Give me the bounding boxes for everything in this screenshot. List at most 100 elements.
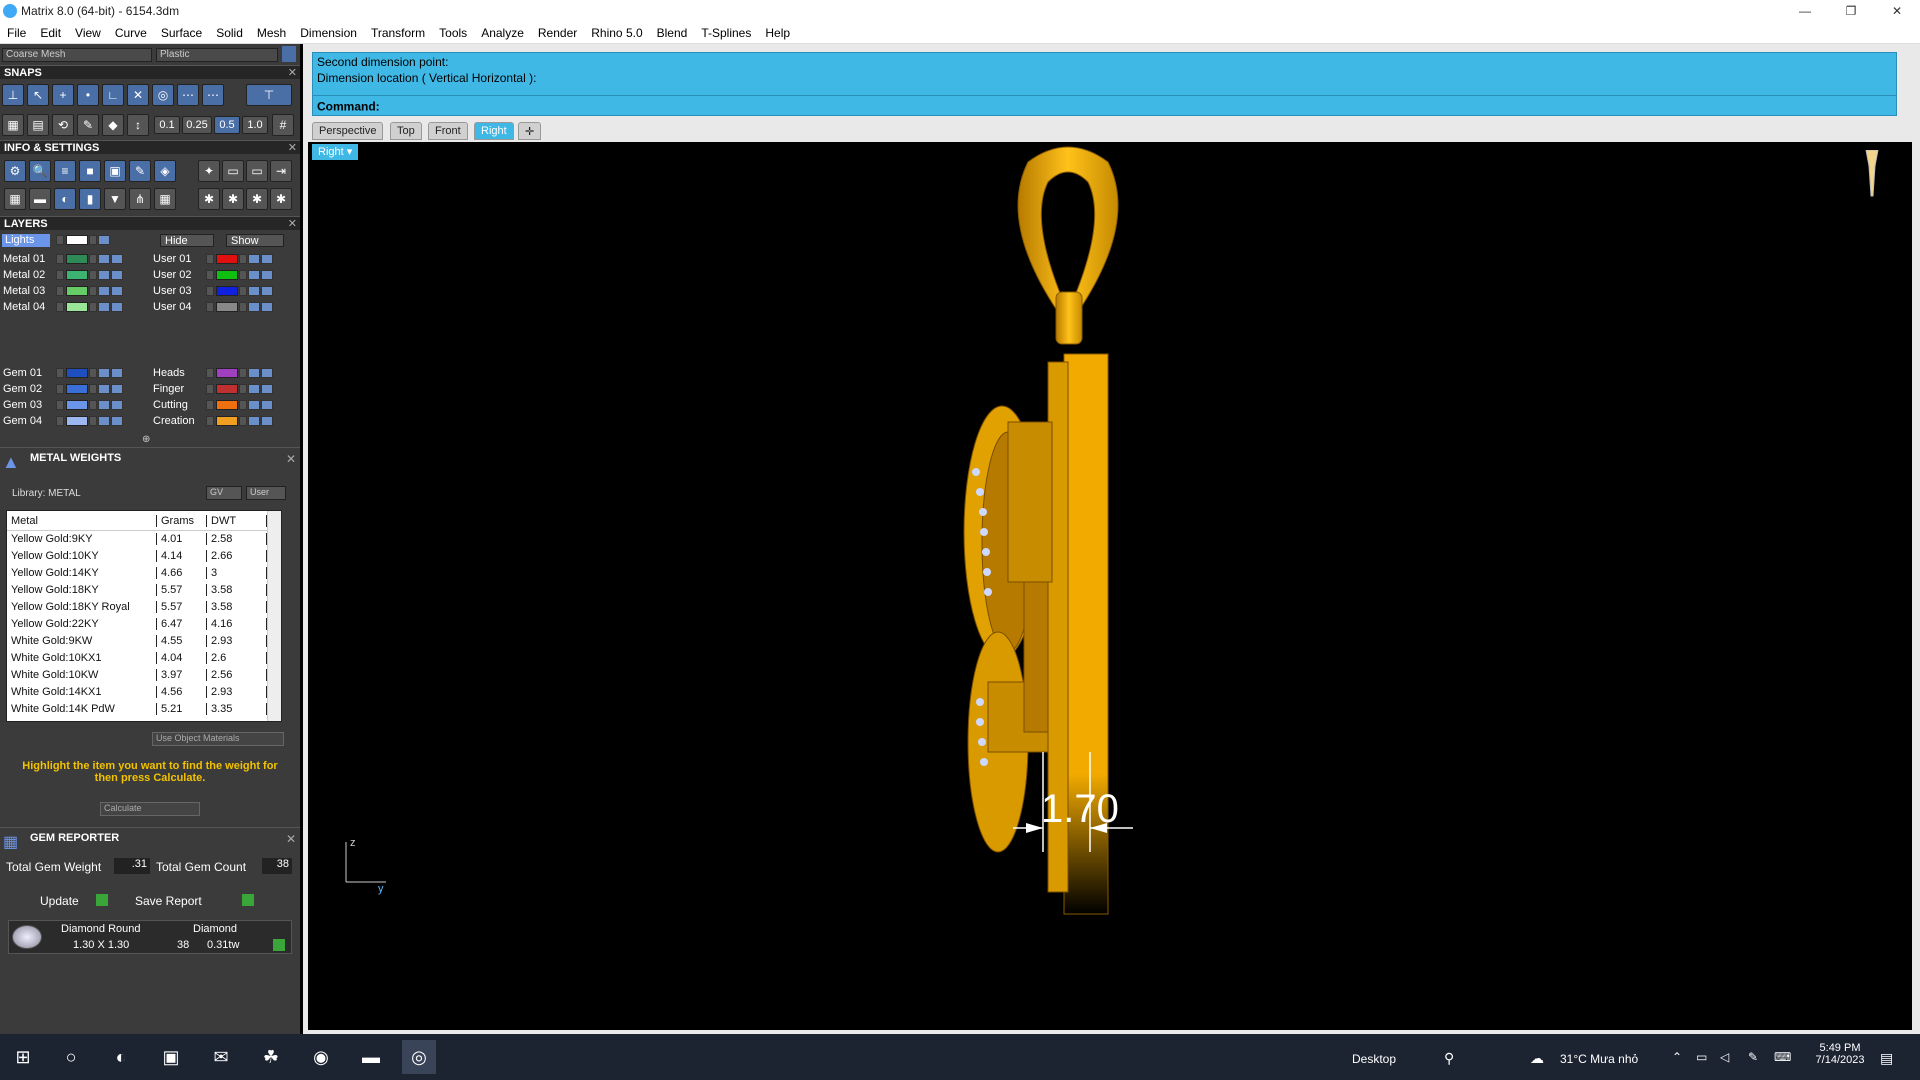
planar-icon[interactable]: ▤ bbox=[27, 114, 49, 136]
update-go-icon[interactable] bbox=[96, 894, 108, 906]
viewport-right[interactable]: Right ▾ 1.70 z y bbox=[308, 142, 1912, 1030]
table-icon[interactable]: ▦ bbox=[154, 188, 176, 210]
mesh-dropdown[interactable]: Coarse Mesh bbox=[2, 48, 152, 62]
edit-icon[interactable]: ✎ bbox=[129, 160, 151, 182]
close-icon[interactable]: ✕ bbox=[288, 141, 297, 155]
snap-perp-icon[interactable]: ◎ bbox=[152, 84, 174, 106]
close-icon[interactable]: ✕ bbox=[286, 452, 296, 466]
minimize-button[interactable]: — bbox=[1782, 0, 1828, 22]
app-green-icon[interactable]: ◉ bbox=[304, 1040, 338, 1074]
tool-b-icon[interactable]: ✱ bbox=[222, 188, 244, 210]
tab-right[interactable]: Right bbox=[474, 122, 514, 140]
menu-analyze[interactable]: Analyze bbox=[474, 26, 531, 40]
menu-surface[interactable]: Surface bbox=[154, 26, 209, 40]
material-dropdown[interactable]: Plastic bbox=[156, 48, 278, 62]
tab-front[interactable]: Front bbox=[428, 122, 468, 140]
layer-row[interactable]: User 03 bbox=[153, 284, 273, 297]
close-icon[interactable]: ✕ bbox=[288, 217, 297, 231]
layer-row[interactable]: User 01 bbox=[153, 252, 273, 265]
people-icon[interactable]: ⚲ bbox=[1444, 1050, 1454, 1067]
layer-row[interactable]: Metal 03 bbox=[3, 284, 123, 297]
snap-mid-icon[interactable]: • bbox=[77, 84, 99, 106]
menu-file[interactable]: File bbox=[0, 26, 33, 40]
gv-toggle[interactable]: GV bbox=[206, 486, 242, 500]
rotate-icon[interactable]: ⟲ bbox=[52, 114, 74, 136]
table-row[interactable]: Yellow Gold:18KY Royal 5.57 3.58 bbox=[7, 599, 281, 616]
layer-row[interactable]: Gem 04 bbox=[3, 414, 123, 427]
command-input[interactable] bbox=[387, 99, 1588, 113]
close-icon[interactable]: ✕ bbox=[288, 66, 297, 80]
tool-a-icon[interactable]: ✱ bbox=[198, 188, 220, 210]
tray-chevron-icon[interactable]: ⌃ bbox=[1672, 1050, 1682, 1064]
snap-ortho-icon[interactable]: ⊤ bbox=[246, 84, 292, 106]
box-icon[interactable]: ■ bbox=[79, 160, 101, 182]
snap-end-icon[interactable]: ⊥ bbox=[2, 84, 24, 106]
pen-icon[interactable]: ✎ bbox=[1748, 1050, 1758, 1064]
layer-row[interactable]: Metal 01 bbox=[3, 252, 123, 265]
snap-value-025[interactable]: 0.25 bbox=[182, 116, 212, 134]
table-row[interactable]: White Gold:10KW 3.97 2.56 bbox=[7, 667, 281, 684]
render-icon[interactable]: ✦ bbox=[198, 160, 220, 182]
layer-row[interactable]: User 04 bbox=[153, 300, 273, 313]
tree-icon[interactable]: ⋔ bbox=[129, 188, 151, 210]
pendant-model[interactable]: 1.70 z y bbox=[308, 142, 1912, 1030]
folder-icon[interactable]: ▬ bbox=[354, 1040, 388, 1074]
windows-start-icon[interactable]: ⊞ bbox=[6, 1040, 40, 1074]
filter-icon[interactable]: ▼ bbox=[104, 188, 126, 210]
doc-icon[interactable]: ▮ bbox=[79, 188, 101, 210]
menu-tsplines[interactable]: T-Splines bbox=[694, 26, 758, 40]
tab-perspective[interactable]: Perspective bbox=[312, 122, 384, 140]
weather-text[interactable]: 31°C Mưa nhỏ bbox=[1560, 1052, 1638, 1066]
update-button[interactable]: Update bbox=[40, 894, 79, 908]
pen-icon[interactable]: ✎ bbox=[77, 114, 99, 136]
snap-value-01[interactable]: 0.1 bbox=[154, 116, 180, 134]
table-row[interactable]: White Gold:9KW 4.55 2.93 bbox=[7, 633, 281, 650]
matrix-app-icon[interactable]: ◎ bbox=[402, 1040, 436, 1074]
search-icon[interactable]: ○ bbox=[54, 1040, 88, 1074]
notification-icon[interactable]: ▤ bbox=[1880, 1050, 1893, 1067]
menu-mesh[interactable]: Mesh bbox=[250, 26, 293, 40]
cursor-icon[interactable]: ↕ bbox=[127, 114, 149, 136]
layer-row[interactable]: Heads bbox=[153, 366, 273, 379]
diamond-icon[interactable]: ◆ bbox=[102, 114, 124, 136]
table-scrollbar[interactable] bbox=[267, 511, 281, 721]
window-icon[interactable]: ▭ bbox=[246, 160, 268, 182]
user-toggle[interactable]: User bbox=[246, 486, 286, 500]
table-row[interactable]: Yellow Gold:10KY 4.14 2.66 bbox=[7, 548, 281, 565]
export-icon[interactable]: ⇥ bbox=[270, 160, 292, 182]
grid-snap-icon[interactable]: # bbox=[272, 114, 294, 136]
desktop-label[interactable]: Desktop bbox=[1352, 1052, 1396, 1066]
gem-row[interactable]: Diamond Round 1.30 X 1.30 Diamond 38 0.3… bbox=[8, 920, 292, 954]
save-go-icon[interactable] bbox=[242, 894, 254, 906]
snap-cen-icon[interactable]: ∟ bbox=[102, 84, 124, 106]
tab-top[interactable]: Top bbox=[390, 122, 422, 140]
add-tab-icon[interactable]: ✛ bbox=[518, 122, 542, 140]
snap-value-05[interactable]: 0.5 bbox=[214, 116, 240, 134]
lights-layer[interactable]: Lights bbox=[2, 234, 50, 247]
edge-icon[interactable]: ◐ bbox=[104, 1040, 138, 1074]
snap-tan-icon[interactable]: ⋯ bbox=[177, 84, 199, 106]
layer-row[interactable]: Gem 02 bbox=[3, 382, 123, 395]
table-row[interactable]: Yellow Gold:18KY 5.57 3.58 bbox=[7, 582, 281, 599]
table-row[interactable]: White Gold:10KX1 4.04 2.6 bbox=[7, 650, 281, 667]
menu-help[interactable]: Help bbox=[758, 26, 797, 40]
solid-icon[interactable]: ◐ bbox=[54, 188, 76, 210]
layer-row[interactable]: User 02 bbox=[153, 268, 273, 281]
menu-transform[interactable]: Transform bbox=[364, 26, 432, 40]
table-row[interactable]: Yellow Gold:9KY 4.01 2.58 bbox=[7, 531, 281, 548]
menu-blend[interactable]: Blend bbox=[650, 26, 695, 40]
table-row[interactable]: Yellow Gold:22KY 6.47 4.16 bbox=[7, 616, 281, 633]
menu-curve[interactable]: Curve bbox=[108, 26, 154, 40]
menu-view[interactable]: View bbox=[68, 26, 108, 40]
zoom-icon[interactable]: 🔍 bbox=[29, 160, 51, 182]
snap-quad-icon[interactable]: ⋯ bbox=[202, 84, 224, 106]
menu-tools[interactable]: Tools bbox=[432, 26, 474, 40]
clock[interactable]: 5:49 PM 7/14/2023 bbox=[1810, 1042, 1870, 1066]
keyboard-icon[interactable]: ⌨ bbox=[1774, 1050, 1791, 1064]
menu-solid[interactable]: Solid bbox=[209, 26, 250, 40]
layer-row[interactable]: Gem 01 bbox=[3, 366, 123, 379]
layer-row[interactable]: Metal 02 bbox=[3, 268, 123, 281]
show-button[interactable]: Show bbox=[226, 234, 284, 247]
close-icon[interactable]: ✕ bbox=[286, 832, 296, 846]
mail-icon[interactable]: ✉ bbox=[204, 1040, 238, 1074]
